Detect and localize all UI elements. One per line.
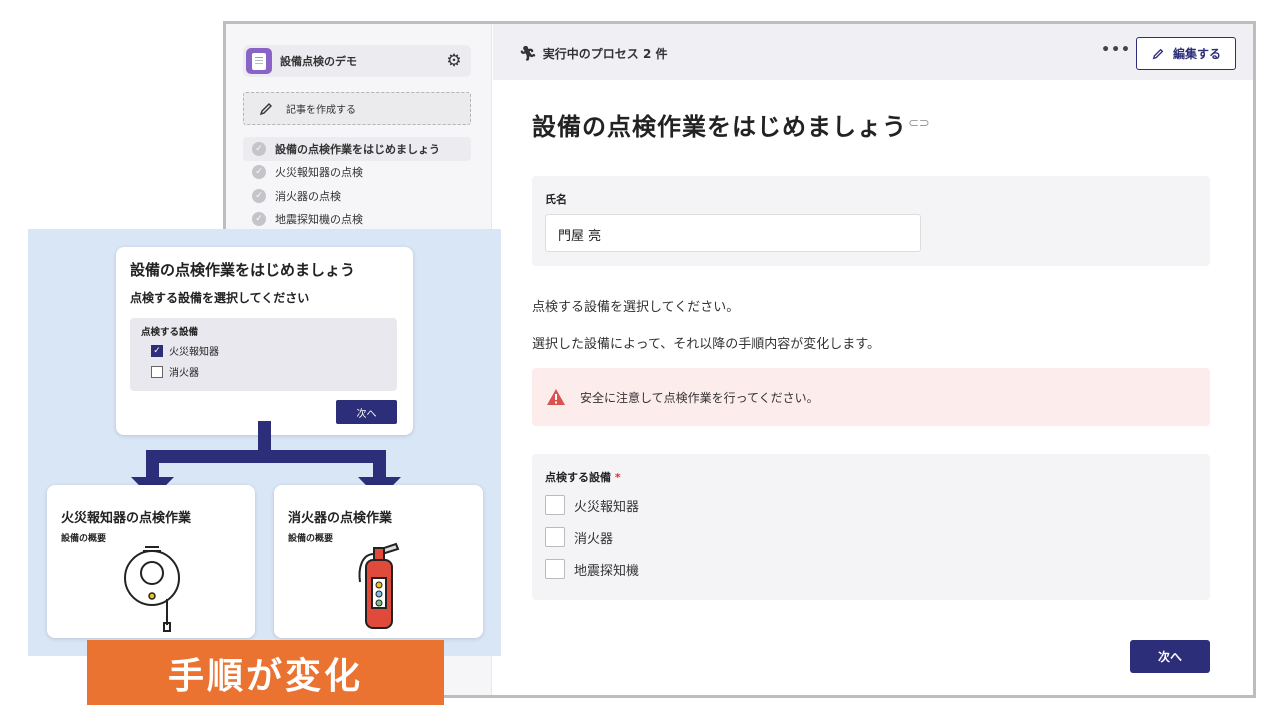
flow-diagram-overlay: 設備の点検作業をはじめましょう 点検する設備を選択してください 点検する設備 ✓… [28,229,501,656]
check-circle-icon: ✓ [252,165,266,180]
create-article-button[interactable]: 記事を作成する [243,92,471,125]
equipment-option[interactable]: 消火器 [545,527,613,547]
option-label: 地震探知機 [574,563,640,579]
step-item[interactable]: ✓ 消火器の点検 [243,184,471,208]
page-title: 設備の点検作業をはじめましょう [532,113,907,141]
app-logo-icon [246,48,272,74]
check-circle-icon: ✓ [252,141,266,156]
alert-text: 安全に注意して点検作業を行ってください。 [580,390,819,405]
checkbox[interactable] [545,527,565,547]
required-mark: * [614,471,621,484]
edit-label: 編集する [1172,47,1221,61]
step-item[interactable]: ✓ 地震探知機の点検 [243,208,471,232]
option-label: 火災報知器 [574,499,640,515]
checkbox[interactable] [545,495,565,515]
equipment-option[interactable]: 火災報知器 [545,495,639,515]
warning-icon [547,389,565,405]
checkbox[interactable] [545,559,565,579]
fire-extinguisher-title: 消火器の点検作業 [288,511,393,526]
fire-alarm-subtitle: 設備の概要 [61,534,107,544]
smoke-detector-icon [124,546,180,632]
fire-alarm-card: 火災報知器の点検作業 設備の概要 [47,485,255,638]
step-label: 設備の点検作業をはじめましょう [275,142,440,156]
step-list: ✓ 設備の点検作業をはじめましょう ✓ 火災報知器の点検 ✓ 消火器の点検 ✓ … [243,137,471,231]
fire-extinguisher-subtitle: 設備の概要 [288,534,334,544]
equipment-field-card: 点検する設備 * 火災報知器 消火器 地震探知機 [532,454,1210,600]
pencil-icon [1152,48,1164,59]
app-header[interactable]: 設備点検のデモ ⚙ [243,45,471,77]
running-person-icon: 🏃︎ [519,45,537,62]
next-button[interactable]: 次へ [1130,640,1210,673]
check-circle-icon: ✓ [252,212,266,227]
edit-button[interactable]: 編集する [1136,37,1236,70]
warning-alert: 安全に注意して点検作業を行ってください。 [532,368,1210,426]
equipment-label: 点検する設備 * [545,471,621,484]
equipment-option[interactable]: 地震探知機 [545,559,639,579]
running-process-indicator[interactable]: 🏃︎ 実行中のプロセス 2 件 [519,45,668,62]
name-input[interactable]: 門屋 亮 [545,214,921,252]
fire-extinguisher-icon [358,542,400,629]
more-options-icon[interactable]: ••• [1101,42,1131,58]
option-label: 消火器 [574,531,614,547]
step-item[interactable]: ✓ 火災報知器の点検 [243,161,471,185]
process-label: 実行中のプロセス 2 件 [542,47,668,61]
step-label: 地震探知機の点検 [275,213,363,227]
create-article-label: 記事を作成する [286,105,356,116]
check-circle-icon: ✓ [252,188,266,203]
fire-extinguisher-card: 消火器の点検作業 設備の概要 [274,485,483,638]
topbar: 🏃︎ 実行中のプロセス 2 件 ••• 編集する [493,24,1253,80]
procedure-change-banner: 手順が変化 [87,640,444,705]
name-field-card: 氏名 門屋 亮 [532,176,1210,266]
name-label: 氏名 [545,193,567,206]
step-label: 火災報知器の点検 [275,166,363,180]
link-icon[interactable]: ⊂⊃ [908,116,930,131]
pencil-icon [259,102,272,115]
fire-alarm-title: 火災報知器の点検作業 [61,511,192,526]
gear-icon[interactable]: ⚙ [445,52,463,70]
app-name: 設備点検のデモ [280,55,357,68]
main-content: 設備の点検作業をはじめましょう ⊂⊃ 氏名 門屋 亮 点検する設備を選択してくだ… [493,80,1253,695]
description-text: 選択した設備によって、それ以降の手順内容が変化します。 [532,337,881,352]
instruction-text: 点検する設備を選択してください。 [532,300,740,315]
step-item[interactable]: ✓ 設備の点検作業をはじめましょう [243,137,471,161]
step-label: 消火器の点検 [275,189,341,203]
